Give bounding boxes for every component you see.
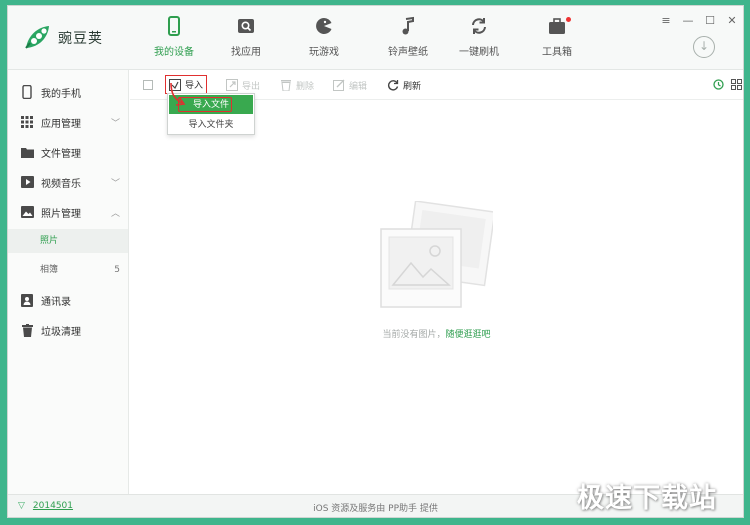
pea-pod-logo-icon (25, 26, 49, 49)
select-all-checkbox[interactable] (143, 80, 153, 90)
sidebar-item-app-management[interactable]: 应用管理 ﹀ (8, 108, 128, 136)
maximize-button[interactable]: ☐ (699, 14, 721, 28)
nav-label: 我的设备 (154, 47, 194, 58)
image-icon (20, 205, 34, 219)
search-app-icon (238, 19, 254, 33)
browse-link[interactable]: 随便逛逛吧 (446, 330, 491, 340)
chevron-down-icon: ﹀ (110, 118, 120, 129)
sidebar-subitem-label: 照片 (40, 236, 59, 246)
sidebar-item-label: 通讯录 (41, 296, 71, 308)
empty-state-message: 当前没有图片，随便逛逛吧 (130, 327, 743, 340)
chevron-up-icon: ︿ (110, 208, 120, 219)
sidebar-item-video-music[interactable]: 视频音乐 ﹀ (8, 168, 128, 196)
export-icon (226, 79, 238, 91)
phone-icon (168, 16, 180, 36)
refresh-icon (387, 80, 399, 91)
minimize-button[interactable]: — (677, 14, 699, 28)
sidebar-item-label: 我的手机 (41, 88, 81, 100)
nav-label: 工具箱 (542, 47, 572, 58)
nav-label: 一键刷机 (459, 47, 499, 58)
nav-play-games[interactable]: 玩游戏 (284, 16, 364, 64)
menu-item-import-folder[interactable]: 导入文件夹 (168, 115, 254, 135)
nav-one-click-flash[interactable]: 一键刷机 (439, 16, 519, 64)
red-pointer-arrow-icon (170, 82, 186, 106)
version-info: ▽ 2014501 (18, 501, 73, 511)
download-arrow-icon: ↓ (698, 39, 710, 53)
sidebar-subitem-albums[interactable]: 相簿 5 (8, 258, 128, 282)
menu-icon[interactable]: ≡ (655, 14, 677, 28)
refresh-label: 刷新 (403, 81, 422, 92)
grid-icon (20, 115, 34, 129)
trash-icon (20, 323, 34, 337)
sidebar-item-label: 文件管理 (41, 148, 81, 160)
empty-photos-illustration-icon (380, 201, 493, 308)
contacts-icon (20, 293, 34, 307)
delete-button[interactable]: 删除 (280, 77, 314, 93)
wifi-icon: ▽ (18, 501, 25, 511)
sidebar-item-contacts[interactable]: 通讯录 (8, 286, 128, 314)
refresh-icon (472, 18, 486, 34)
delete-label: 删除 (296, 81, 315, 92)
edit-label: 编辑 (349, 81, 368, 92)
nav-label: 玩游戏 (309, 47, 339, 58)
version-link[interactable]: 2014501 (33, 501, 73, 511)
music-note-icon (402, 16, 414, 35)
grid-view-icon[interactable] (731, 79, 742, 90)
export-label: 导出 (242, 81, 261, 92)
empty-state-text: 当前没有图片， (382, 330, 446, 340)
nav-ringtones-wallpapers[interactable]: 铃声壁纸 (368, 16, 448, 64)
sidebar-item-photo-management[interactable]: 照片管理 ︿ (8, 198, 128, 226)
app-logo[interactable]: 豌豆荚 (22, 21, 142, 55)
toolbox-icon (549, 18, 565, 34)
window-controls: ≡ — ☐ ✕ (655, 14, 743, 28)
export-button[interactable]: 导出 (226, 77, 260, 93)
sidebar-item-file-management[interactable]: 文件管理 (8, 138, 128, 166)
trash-icon (281, 80, 291, 91)
sidebar: 我的手机 应用管理 ﹀ 文件管理 视频音乐 ﹀ 照片管理 ︿ 照片 相簿 5 通… (8, 70, 129, 494)
folder-icon (20, 145, 34, 159)
download-manager-button[interactable]: ↓ (693, 36, 715, 58)
sidebar-item-my-phone[interactable]: 我的手机 (8, 78, 128, 106)
edit-icon (333, 79, 345, 91)
sidebar-subitem-label: 相簿 (40, 265, 59, 275)
nav-label: 铃声壁纸 (388, 47, 428, 58)
sidebar-item-label: 应用管理 (41, 118, 81, 130)
nav-find-apps[interactable]: 找应用 (206, 16, 286, 64)
sidebar-item-label: 照片管理 (41, 208, 81, 220)
nav-toolbox[interactable]: 工具箱 (517, 16, 597, 64)
refresh-button[interactable]: 刷新 (387, 77, 421, 93)
chevron-down-icon: ﹀ (110, 178, 120, 189)
app-window: 豌豆荚 我的设备 找应用 玩游戏 铃声壁纸 一键刷机 工具箱 ≡ — ☐ ✕ ↓… (7, 5, 744, 518)
nav-label: 找应用 (231, 47, 261, 58)
sidebar-subitem-photos[interactable]: 照片 (8, 229, 128, 253)
notification-badge (566, 17, 571, 22)
video-icon (20, 175, 34, 189)
timeline-view-icon[interactable] (713, 79, 724, 90)
nav-my-device[interactable]: 我的设备 (134, 16, 214, 64)
album-count: 5 (114, 265, 120, 275)
close-button[interactable]: ✕ (721, 14, 743, 28)
sidebar-item-label: 视频音乐 (41, 178, 81, 190)
top-nav-bar: 豌豆荚 我的设备 找应用 玩游戏 铃声壁纸 一键刷机 工具箱 ≡ — ☐ ✕ ↓ (8, 6, 743, 70)
site-watermark: 极速下载站 (577, 483, 717, 514)
app-name: 豌豆荚 (58, 31, 103, 47)
sidebar-item-junk-cleanup[interactable]: 垃圾清理 (8, 316, 128, 344)
phone-icon (20, 85, 34, 99)
sidebar-item-label: 垃圾清理 (41, 326, 81, 338)
edit-button[interactable]: 编辑 (333, 77, 367, 93)
menu-item-label: 导入文件夹 (188, 120, 234, 130)
game-icon (316, 17, 332, 34)
